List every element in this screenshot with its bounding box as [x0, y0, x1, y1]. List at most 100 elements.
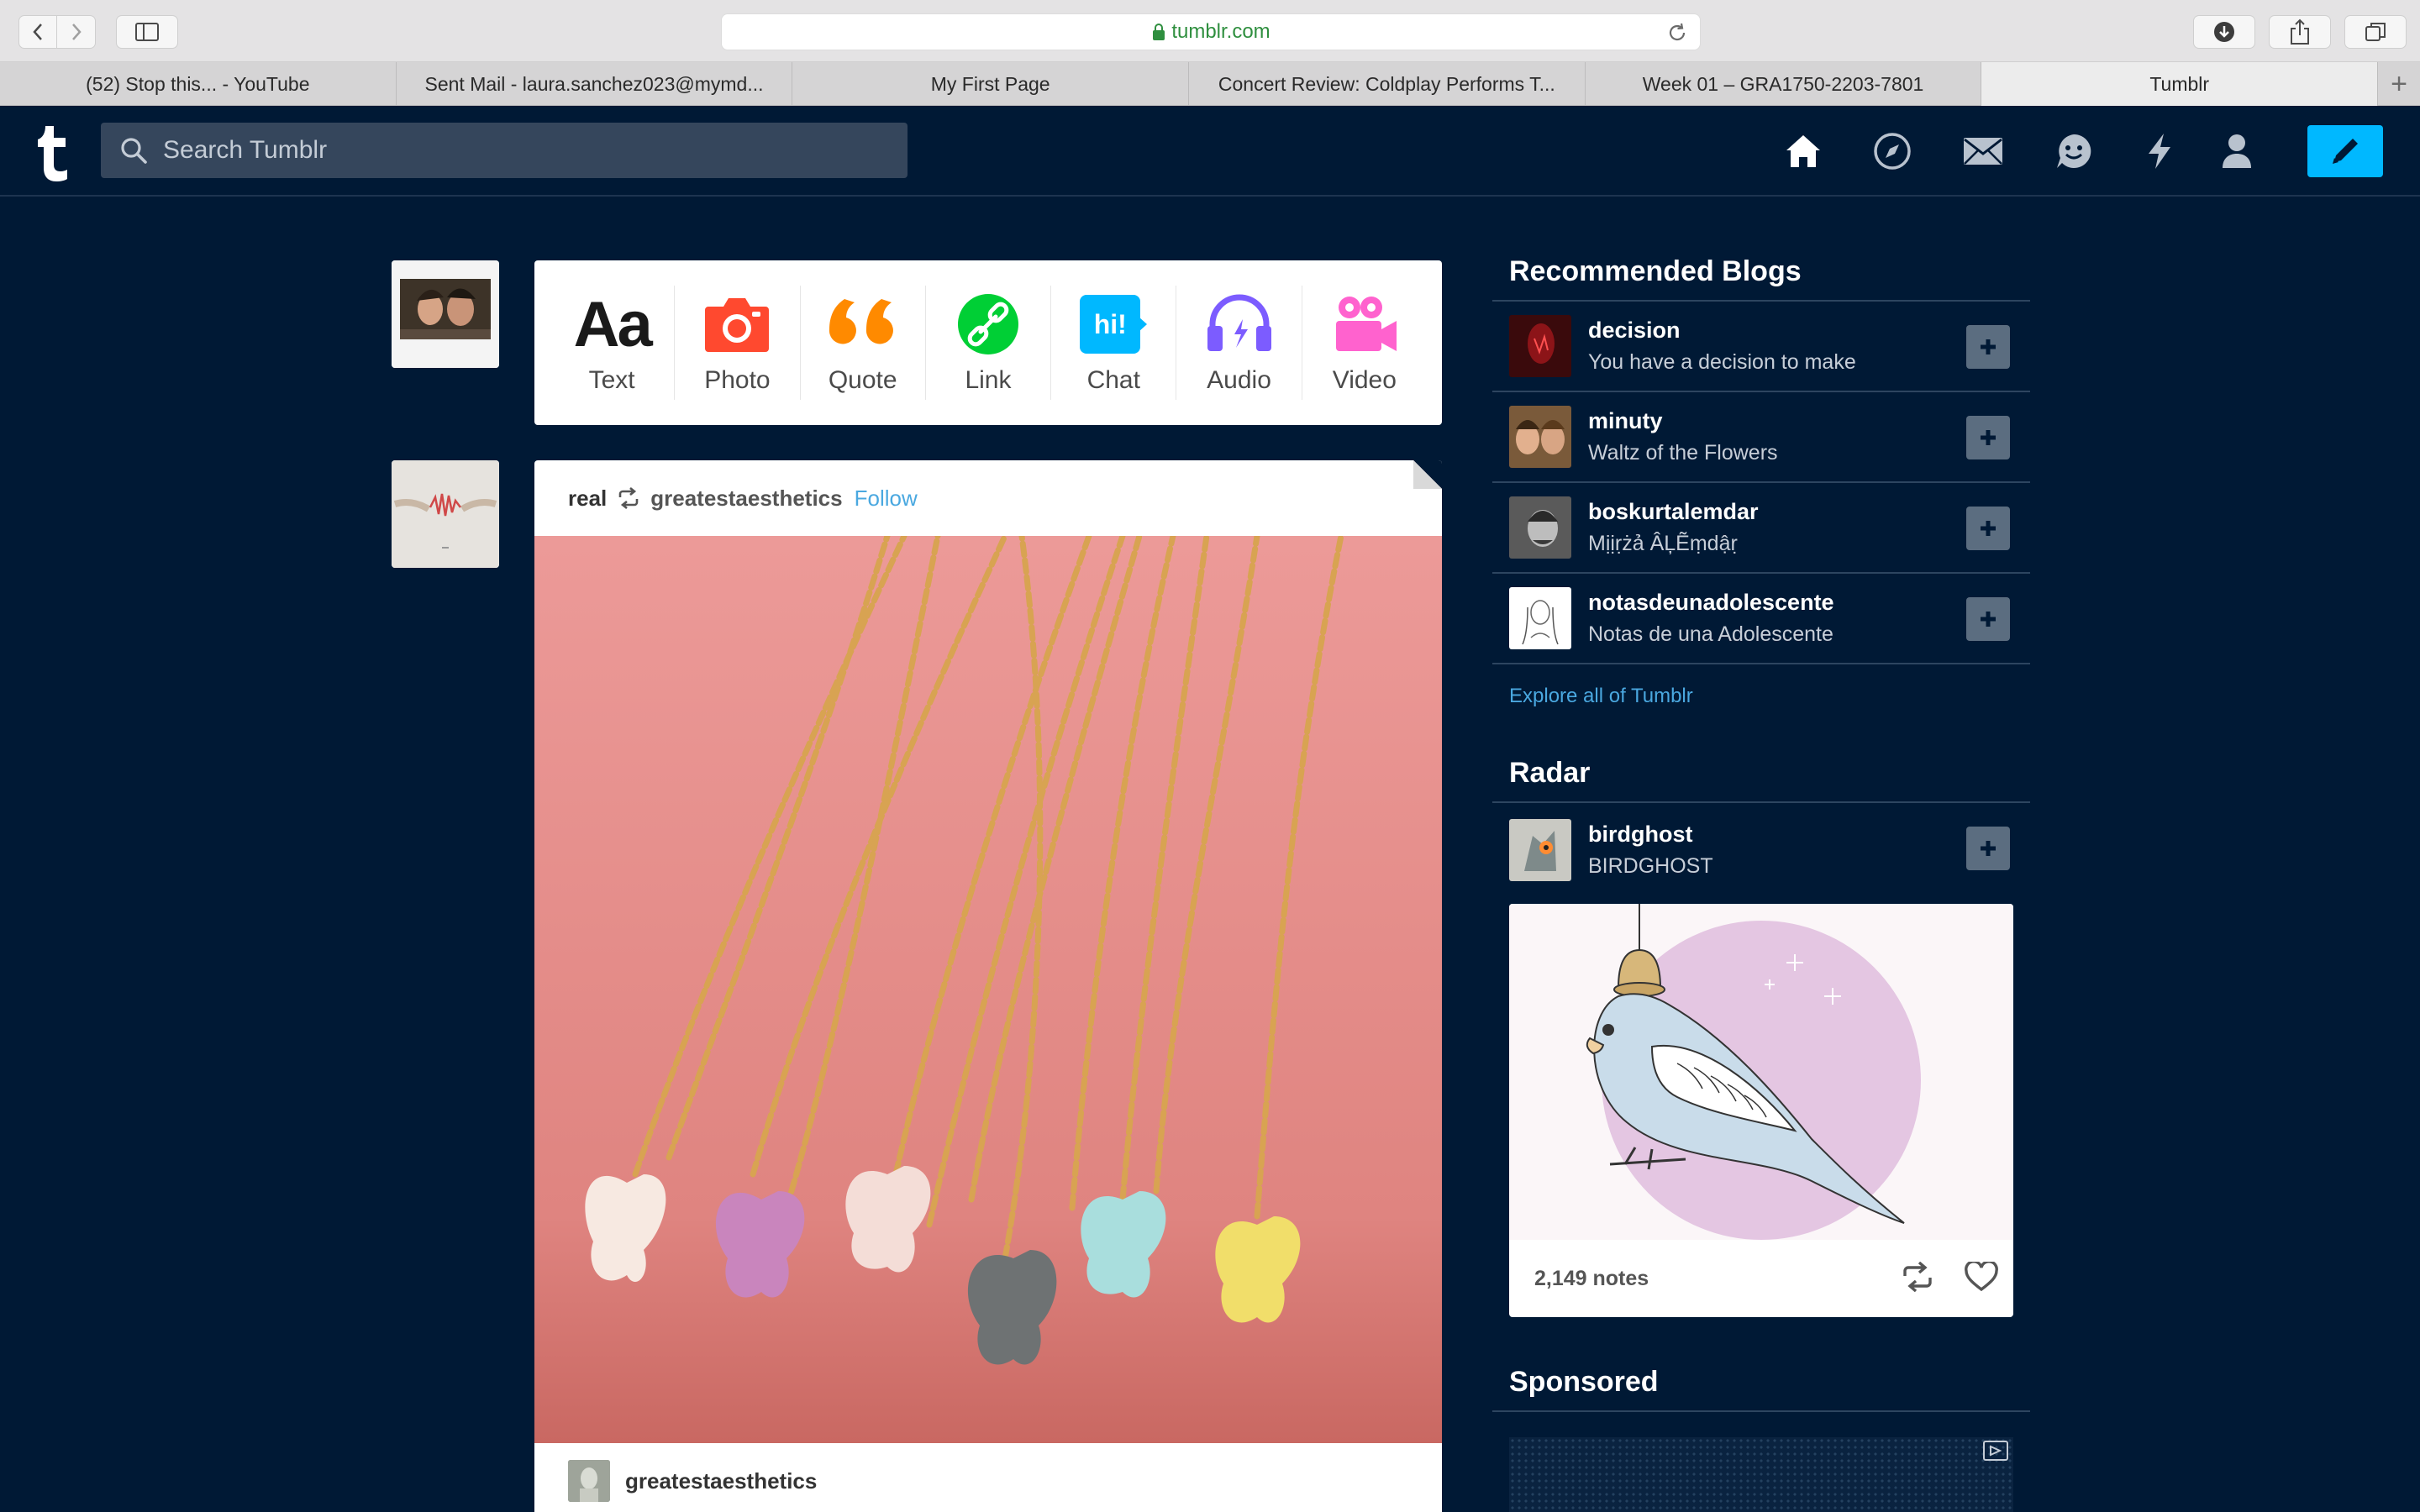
follow-blog-button[interactable]: [1966, 827, 2010, 870]
chevron-right-icon: [71, 24, 82, 40]
video-camera-icon: [1331, 291, 1398, 358]
plus-icon: [1981, 612, 1996, 627]
post-type-audio[interactable]: Audio: [1176, 286, 1302, 400]
recommended-blog-row[interactable]: minuty Waltz of the Flowers: [1492, 392, 2030, 483]
url-text: tumblr.com: [1171, 20, 1270, 43]
browser-tab-active[interactable]: Tumblr: [1981, 62, 2379, 106]
link-icon: [957, 291, 1019, 358]
blog-avatar[interactable]: [1509, 819, 1571, 881]
post-author-link[interactable]: real: [568, 486, 607, 512]
tumblr-logo[interactable]: [35, 123, 76, 181]
post-type-quote[interactable]: Quote: [801, 286, 926, 400]
search-box[interactable]: [101, 123, 908, 178]
browser-tab[interactable]: Sent Mail - laura.sanchez023@mymd...: [397, 62, 793, 106]
tab-strip: (52) Stop this... - YouTube Sent Mail - …: [0, 62, 2420, 106]
follow-blog-button[interactable]: [1966, 416, 2010, 459]
reblog-icon[interactable]: [1901, 1261, 1934, 1296]
radar-title: Radar: [1492, 753, 2030, 803]
camera-icon: [703, 291, 771, 358]
source-blog-name[interactable]: greatestaesthetics: [625, 1468, 817, 1494]
follow-link[interactable]: Follow: [855, 486, 918, 512]
source-avatar[interactable]: [568, 1460, 610, 1502]
headphones-icon: [1206, 291, 1273, 358]
plus-icon: [1981, 841, 1996, 856]
home-icon[interactable]: [1781, 129, 1825, 173]
blog-avatar[interactable]: [1509, 587, 1571, 649]
browser-tab[interactable]: (52) Stop this... - YouTube: [0, 62, 397, 106]
explore-icon[interactable]: [1870, 129, 1914, 173]
blog-title: Waltz of the Flowers: [1588, 441, 1778, 465]
follow-blog-button[interactable]: [1966, 507, 2010, 550]
browser-tab[interactable]: My First Page: [792, 62, 1190, 106]
quote-icon: [828, 291, 898, 358]
user-avatar[interactable]: [392, 260, 499, 368]
recommended-blog-row[interactable]: boskurtalemdar Mịịṛżả ÂĻẼṃdậṛ: [1492, 483, 2030, 574]
browser-tab[interactable]: Week 01 – GRA1750-2203-7801: [1586, 62, 1982, 106]
tumblr-header: [0, 106, 2420, 197]
blog-title: Mịịṛżả ÂĻẼṃdậṛ: [1588, 532, 1738, 555]
post-header: real greatestaesthetics Follow: [534, 460, 1442, 536]
post-composer: Aa Text Photo Quote Link hi! Chat Audio …: [534, 260, 1442, 425]
sponsored-ad[interactable]: [1509, 1437, 2013, 1512]
post-type-video[interactable]: Video: [1302, 286, 1427, 400]
post-type-text[interactable]: Aa Text: [550, 286, 676, 400]
post-type-chat[interactable]: hi! Chat: [1051, 286, 1177, 400]
blog-name[interactable]: notasdeunadolescente: [1588, 590, 1834, 616]
follow-blog-button[interactable]: [1966, 597, 2010, 641]
reblog-icon: [617, 487, 640, 509]
address-bar[interactable]: tumblr.com: [721, 13, 1701, 50]
sidebar-toggle-button[interactable]: [116, 15, 178, 49]
blog-avatar[interactable]: [1509, 315, 1571, 377]
chat-icon: hi!: [1080, 291, 1148, 358]
browser-toolbar: tumblr.com: [0, 0, 2420, 62]
radar-post-image[interactable]: [1509, 904, 2013, 1240]
sidebar-icon: [135, 23, 159, 41]
heart-icon[interactable]: [1965, 1260, 1998, 1296]
tabs-overview-icon: [2365, 23, 2386, 41]
new-tab-button[interactable]: +: [2378, 62, 2420, 106]
notes-count[interactable]: 2,149 notes: [1534, 1267, 1649, 1291]
blog-name[interactable]: birdghost: [1588, 822, 1713, 848]
sponsored-title: Sponsored: [1492, 1362, 2030, 1412]
blog-avatar[interactable]: [1509, 406, 1571, 468]
blog-avatar[interactable]: [1509, 496, 1571, 559]
post-type-link[interactable]: Link: [926, 286, 1052, 400]
radar-blog-row[interactable]: birdghost BIRDGHOST: [1492, 803, 2030, 897]
activity-icon[interactable]: [2138, 129, 2181, 173]
browser-tab[interactable]: Concert Review: Coldplay Performs T...: [1189, 62, 1586, 106]
radar-post-card: 2,149 notes: [1509, 904, 2013, 1317]
inbox-icon[interactable]: [1961, 129, 2005, 173]
plus-icon: [1981, 430, 1996, 445]
share-button[interactable]: [2269, 15, 2331, 49]
recommended-blog-row[interactable]: decision You have a decision to make: [1492, 302, 2030, 392]
download-icon: [2214, 22, 2234, 42]
chevron-left-icon: [33, 24, 42, 40]
ad-choices-icon[interactable]: [1983, 1441, 2008, 1461]
recommended-blog-row[interactable]: notasdeunadolescente Notas de una Adoles…: [1492, 574, 2030, 664]
post-corner-fold: [1413, 460, 1442, 489]
reblog-source-link[interactable]: greatestaesthetics: [650, 486, 842, 512]
back-button[interactable]: [18, 15, 57, 49]
search-input[interactable]: [163, 136, 835, 165]
reload-icon[interactable]: [1666, 22, 1688, 48]
recommended-blogs-title: Recommended Blogs: [1492, 252, 2030, 302]
post-photo[interactable]: [534, 536, 1442, 1443]
post-type-photo[interactable]: Photo: [675, 286, 801, 400]
forward-button[interactable]: [57, 15, 96, 49]
plus-icon: [1981, 521, 1996, 536]
blog-title: You have a decision to make: [1588, 350, 1856, 374]
messaging-icon[interactable]: [2052, 129, 2096, 173]
text-icon: Aa: [573, 288, 653, 360]
account-icon[interactable]: [2215, 129, 2259, 173]
explore-all-link[interactable]: Explore all of Tumblr: [1492, 664, 2030, 728]
poster-avatar[interactable]: [392, 460, 499, 568]
downloads-button[interactable]: [2193, 15, 2255, 49]
compose-button[interactable]: [2307, 125, 2383, 177]
search-icon: [121, 138, 147, 164]
blog-name[interactable]: decision: [1588, 318, 1856, 344]
post-footer: greatestaesthetics: [534, 1443, 1442, 1512]
blog-name[interactable]: minuty: [1588, 408, 1778, 434]
blog-name[interactable]: boskurtalemdar: [1588, 499, 1759, 525]
show-tabs-button[interactable]: [2344, 15, 2407, 49]
follow-blog-button[interactable]: [1966, 325, 2010, 369]
